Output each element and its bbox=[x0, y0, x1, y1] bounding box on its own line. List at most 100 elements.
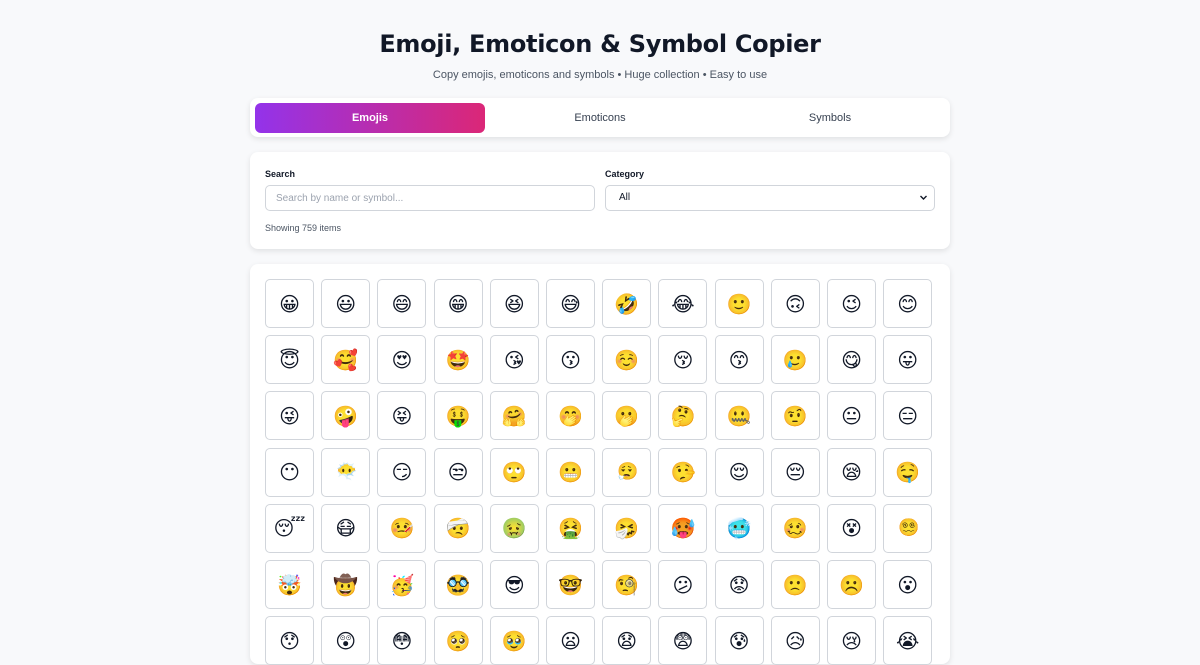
emoji-cell[interactable]: 😗 bbox=[546, 335, 595, 385]
tab-emoticons[interactable]: Emoticons bbox=[485, 103, 715, 133]
emoji-cell[interactable]: 😘 bbox=[489, 335, 539, 385]
emoji-cell[interactable]: 🤗 bbox=[489, 391, 539, 441]
emoji-cell[interactable]: 😆 bbox=[489, 279, 539, 328]
emoji-glyph: 😒 bbox=[447, 460, 469, 485]
tab-emojis[interactable]: Emojis bbox=[255, 102, 485, 133]
emoji-cell[interactable]: 🥴 bbox=[770, 503, 820, 553]
emoji-cell[interactable]: 🤨 bbox=[770, 391, 820, 441]
emoji-cell[interactable]: ☺️ bbox=[602, 335, 652, 385]
emoji-glyph: 😭 bbox=[896, 628, 920, 653]
emoji-cell[interactable]: 🙁 bbox=[770, 560, 820, 609]
emoji-cell[interactable]: 🤯 bbox=[265, 560, 314, 609]
emoji-glyph: 😅 bbox=[560, 291, 581, 316]
emoji-glyph: 😥 bbox=[784, 628, 806, 653]
emoji-cell[interactable]: 😯 bbox=[265, 616, 314, 665]
emoji-cell[interactable]: 🤢 bbox=[489, 503, 539, 553]
emoji-cell[interactable]: 😉 bbox=[827, 279, 876, 328]
emoji-cell[interactable]: 😶 bbox=[265, 447, 314, 497]
emoji-cell[interactable]: 😜 bbox=[265, 391, 314, 441]
emoji-cell[interactable]: 😇 bbox=[265, 335, 314, 385]
emoji-cell[interactable]: 😂 bbox=[658, 279, 708, 328]
emoji-glyph: 😋 bbox=[841, 347, 862, 372]
emoji-cell[interactable]: ☹️ bbox=[827, 560, 876, 609]
emoji-cell[interactable]: 🤕 bbox=[433, 503, 483, 553]
emoji-cell[interactable]: 🤠 bbox=[321, 560, 371, 609]
search-input[interactable] bbox=[265, 185, 595, 211]
emoji-cell[interactable]: 😌 bbox=[714, 447, 764, 497]
emoji-cell[interactable]: 🤑 bbox=[433, 391, 483, 441]
emoji-cell[interactable]: 😧 bbox=[602, 616, 652, 665]
emoji-cell[interactable]: 🤐 bbox=[714, 391, 764, 441]
emoji-glyph: 😮 bbox=[897, 572, 919, 597]
emoji-cell[interactable]: 🤤 bbox=[883, 447, 933, 497]
emoji-cell[interactable]: 😅 bbox=[546, 279, 595, 328]
emoji-cell[interactable]: 😐 bbox=[827, 391, 876, 441]
emoji-cell[interactable]: 🥲 bbox=[770, 335, 820, 385]
emoji-cell[interactable]: 😨 bbox=[658, 616, 708, 665]
emoji-cell[interactable]: 😬 bbox=[546, 447, 595, 497]
emoji-cell[interactable]: 🤔 bbox=[658, 391, 708, 441]
emoji-cell[interactable]: 🥶 bbox=[714, 503, 764, 553]
emoji-cell[interactable]: 😳 bbox=[377, 616, 427, 665]
emoji-cell[interactable]: 😙 bbox=[714, 335, 764, 385]
emoji-cell[interactable]: 🥸 bbox=[433, 560, 483, 609]
emoji-cell[interactable]: 😔 bbox=[770, 447, 820, 497]
emoji-cell[interactable]: 😮‍💨 bbox=[602, 447, 652, 497]
emoji-cell[interactable]: 😷 bbox=[321, 503, 371, 553]
emoji-cell[interactable]: 😚 bbox=[658, 335, 708, 385]
emoji-cell[interactable]: 🥵 bbox=[658, 503, 708, 553]
emoji-cell[interactable]: 🤧 bbox=[602, 503, 652, 553]
emoji-cell[interactable]: 😴 bbox=[265, 503, 314, 553]
emoji-cell[interactable]: 😕 bbox=[658, 560, 708, 609]
emoji-cell[interactable]: 🤭 bbox=[546, 391, 595, 441]
emoji-cell[interactable]: 😒 bbox=[433, 447, 483, 497]
emoji-cell[interactable]: 😰 bbox=[714, 616, 764, 665]
emoji-cell[interactable]: 🤩 bbox=[433, 335, 483, 385]
emoji-cell[interactable]: 🧐 bbox=[602, 560, 652, 609]
emoji-cell[interactable]: 😪 bbox=[827, 447, 876, 497]
emoji-cell[interactable]: 😦 bbox=[546, 616, 595, 665]
emoji-cell[interactable]: 🤒 bbox=[377, 503, 427, 553]
emoji-cell[interactable]: 😮 bbox=[883, 560, 933, 609]
tab-symbols[interactable]: Symbols bbox=[715, 103, 945, 133]
emoji-cell[interactable]: 😍 bbox=[377, 335, 427, 385]
emoji-cell[interactable]: 🥺 bbox=[433, 616, 483, 665]
emoji-cell[interactable]: 😎 bbox=[489, 560, 539, 609]
emoji-cell[interactable]: 😑 bbox=[883, 391, 933, 441]
emoji-cell[interactable]: 😋 bbox=[827, 335, 876, 385]
emoji-cell[interactable]: 🤣 bbox=[602, 279, 652, 328]
emoji-cell[interactable]: 😊 bbox=[883, 279, 933, 328]
emoji-cell[interactable]: 🥰 bbox=[321, 335, 371, 385]
emoji-cell[interactable]: 🥹 bbox=[489, 616, 539, 665]
emoji-cell[interactable]: 😝 bbox=[377, 391, 427, 441]
emoji-cell[interactable]: 😶‍🌫️ bbox=[321, 447, 371, 497]
emoji-cell[interactable]: 😁 bbox=[433, 279, 483, 328]
emoji-cell[interactable]: 😵 bbox=[827, 503, 876, 553]
emoji-cell[interactable]: 😥 bbox=[770, 616, 820, 665]
emoji-cell[interactable]: 😛 bbox=[883, 335, 933, 385]
emoji-glyph: 🥶 bbox=[726, 516, 752, 541]
emoji-cell[interactable]: 🤪 bbox=[321, 391, 371, 441]
emoji-glyph: 😛 bbox=[897, 347, 919, 372]
emoji-glyph: 😃 bbox=[335, 291, 357, 316]
emoji-cell[interactable]: 😭 bbox=[883, 616, 933, 665]
emoji-cell[interactable]: 😏 bbox=[377, 447, 427, 497]
emoji-cell[interactable]: 🙂 bbox=[714, 279, 764, 328]
emoji-cell[interactable]: 😃 bbox=[321, 279, 371, 328]
emoji-cell[interactable]: 😀 bbox=[265, 279, 314, 328]
emoji-cell[interactable]: 😢 bbox=[827, 616, 876, 665]
emoji-cell[interactable]: 😟 bbox=[714, 560, 764, 609]
emoji-cell[interactable]: 🤥 bbox=[658, 447, 708, 497]
category-select[interactable]: All bbox=[605, 185, 935, 211]
emoji-cell[interactable]: 😲 bbox=[321, 616, 371, 665]
emoji-cell[interactable]: 😵‍💫 bbox=[883, 503, 933, 553]
emoji-cell[interactable]: 😄 bbox=[377, 279, 427, 328]
emoji-cell[interactable]: 🙄 bbox=[489, 447, 539, 497]
emoji-cell[interactable]: 🫢 bbox=[602, 391, 652, 441]
emoji-cell[interactable]: 🙃 bbox=[770, 279, 820, 328]
emoji-cell[interactable]: 🥳 bbox=[377, 560, 427, 609]
emoji-cell[interactable]: 🤮 bbox=[546, 503, 595, 553]
emoji-glyph: 🥴 bbox=[782, 516, 808, 541]
emoji-cell[interactable]: 🤓 bbox=[546, 560, 595, 609]
emoji-glyph: 😬 bbox=[558, 460, 583, 485]
